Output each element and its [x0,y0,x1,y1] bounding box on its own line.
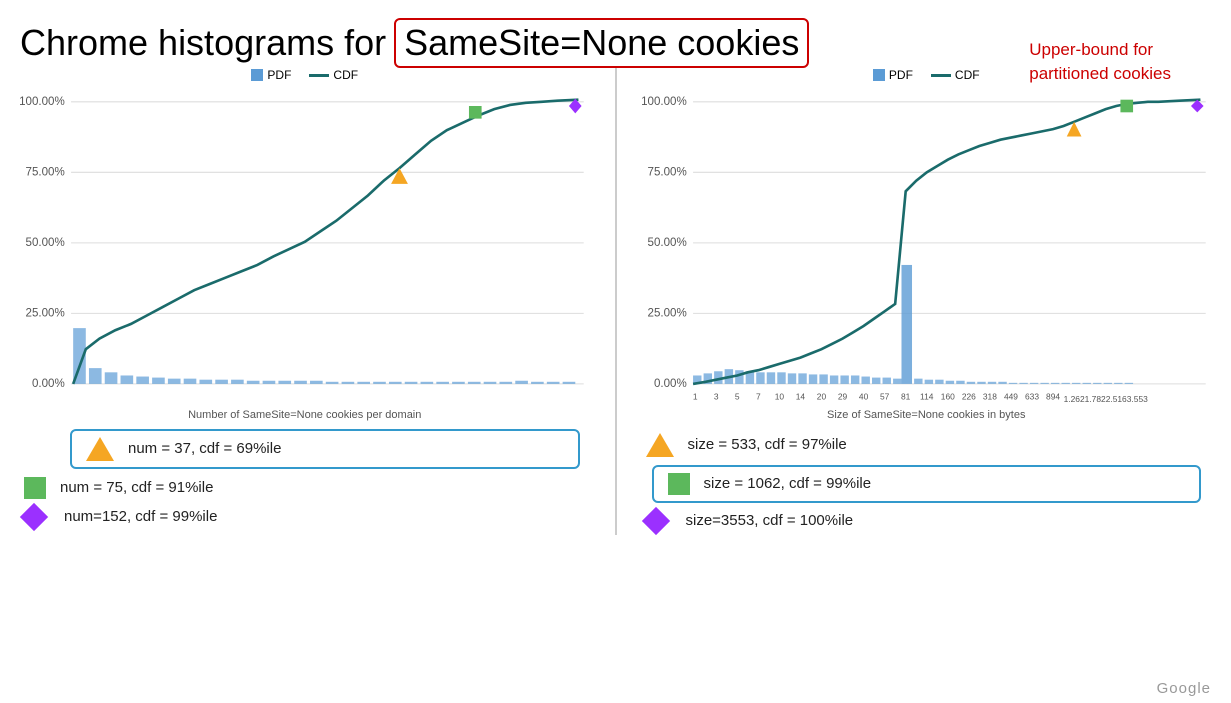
left-stats-section: num = 37, cdf = 69%ile num = 75, cdf = 9… [10,429,600,531]
svg-text:318: 318 [982,392,996,402]
svg-text:226: 226 [961,392,975,402]
svg-text:100.00%: 100.00% [641,96,687,108]
cdf-icon [309,74,329,77]
right-chart-area: 100.00% 75.00% 50.00% 25.00% 0.00% 1 3 5… [632,86,1222,407]
diamond-purple-icon [20,503,48,531]
triangle-orange-icon [86,437,114,461]
square-green-icon [24,477,46,499]
svg-text:3: 3 [713,392,718,402]
google-logo: Google [1157,680,1211,697]
right-stat-text-3: size=3553, cdf = 100%ile [686,512,854,529]
svg-text:20: 20 [816,392,826,402]
right-pdf-icon [873,69,885,81]
right-legend-cdf: CDF [931,68,980,82]
right-cdf-icon [931,74,951,77]
annotation: Upper-bound for partitioned cookies [1029,38,1171,86]
right-diamond-purple-icon [641,507,669,535]
svg-text:0.00%: 0.00% [653,378,686,390]
svg-text:25.00%: 25.00% [26,308,65,320]
left-stat-row-2: num = 75, cdf = 91%ile [10,473,600,503]
title-prefix: Chrome histograms for [20,22,386,64]
left-stat-row-1: num = 37, cdf = 69%ile [70,429,580,469]
pdf-icon [251,69,263,81]
left-chart-panel: PDF CDF 100.00% 75.00% 50.00% 25.00% 0.0… [10,68,600,535]
left-chart-area: 100.00% 75.00% 50.00% 25.00% 0.00% [10,86,600,407]
svg-text:114: 114 [920,392,934,402]
svg-text:1,782: 1,782 [1084,394,1105,402]
svg-text:1: 1 [692,392,697,402]
right-stat-row-3: size=3553, cdf = 100%ile [632,507,1222,535]
svg-text:57: 57 [879,392,889,402]
svg-text:50.00%: 50.00% [26,237,65,249]
svg-text:10: 10 [774,392,784,402]
svg-text:29: 29 [837,392,847,402]
svg-text:81: 81 [901,392,911,402]
right-triangle-orange-icon [646,433,674,457]
svg-text:0.00%: 0.00% [32,378,65,390]
svg-text:50.00%: 50.00% [647,237,686,249]
left-legend-pdf: PDF [251,68,291,82]
left-stat-text-1: num = 37, cdf = 69%ile [128,440,281,457]
right-chart-label: Size of SameSite=None cookies in bytes [632,409,1222,421]
svg-text:7: 7 [755,392,760,402]
svg-text:633: 633 [1025,392,1039,402]
svg-text:3,553: 3,553 [1126,394,1147,402]
left-stat-text-3: num=152, cdf = 99%ile [64,508,217,525]
right-stat-text-2: size = 1062, cdf = 99%ile [704,475,872,492]
left-stat-row-3: num=152, cdf = 99%ile [10,503,600,531]
right-stat-row-2: size = 1062, cdf = 99%ile [652,465,1202,503]
svg-text:2,516: 2,516 [1105,394,1126,402]
svg-text:25.00%: 25.00% [647,308,686,320]
svg-text:160: 160 [940,392,954,402]
svg-text:40: 40 [858,392,868,402]
left-chart-svg: 100.00% 75.00% 50.00% 25.00% 0.00% [10,86,600,402]
svg-text:449: 449 [1003,392,1017,402]
svg-text:5: 5 [734,392,739,402]
right-stat-row-1: size = 533, cdf = 97%ile [632,429,1222,461]
right-chart-panel: PDF CDF 100.00% 75.00% 50.00% 25.00% 0.0… [632,68,1222,535]
right-square-green-icon [668,473,690,495]
right-chart-svg: 100.00% 75.00% 50.00% 25.00% 0.00% 1 3 5… [632,86,1222,402]
svg-text:14: 14 [795,392,805,402]
right-stat-text-1: size = 533, cdf = 97%ile [688,436,847,453]
left-chart-label: Number of SameSite=None cookies per doma… [10,409,600,421]
svg-text:100.00%: 100.00% [19,96,65,108]
svg-text:894: 894 [1046,392,1060,402]
left-stat-text-2: num = 75, cdf = 91%ile [60,479,213,496]
svg-text:75.00%: 75.00% [26,166,65,178]
title-highlight: SameSite=None cookies [394,18,809,68]
right-legend-pdf: PDF [873,68,913,82]
svg-text:75.00%: 75.00% [647,166,686,178]
svg-text:1,262: 1,262 [1063,394,1084,402]
chart-divider [615,68,617,535]
left-legend-cdf: CDF [309,68,358,82]
right-stats-section: size = 533, cdf = 97%ile size = 1062, cd… [632,429,1222,535]
left-legend: PDF CDF [10,68,600,82]
